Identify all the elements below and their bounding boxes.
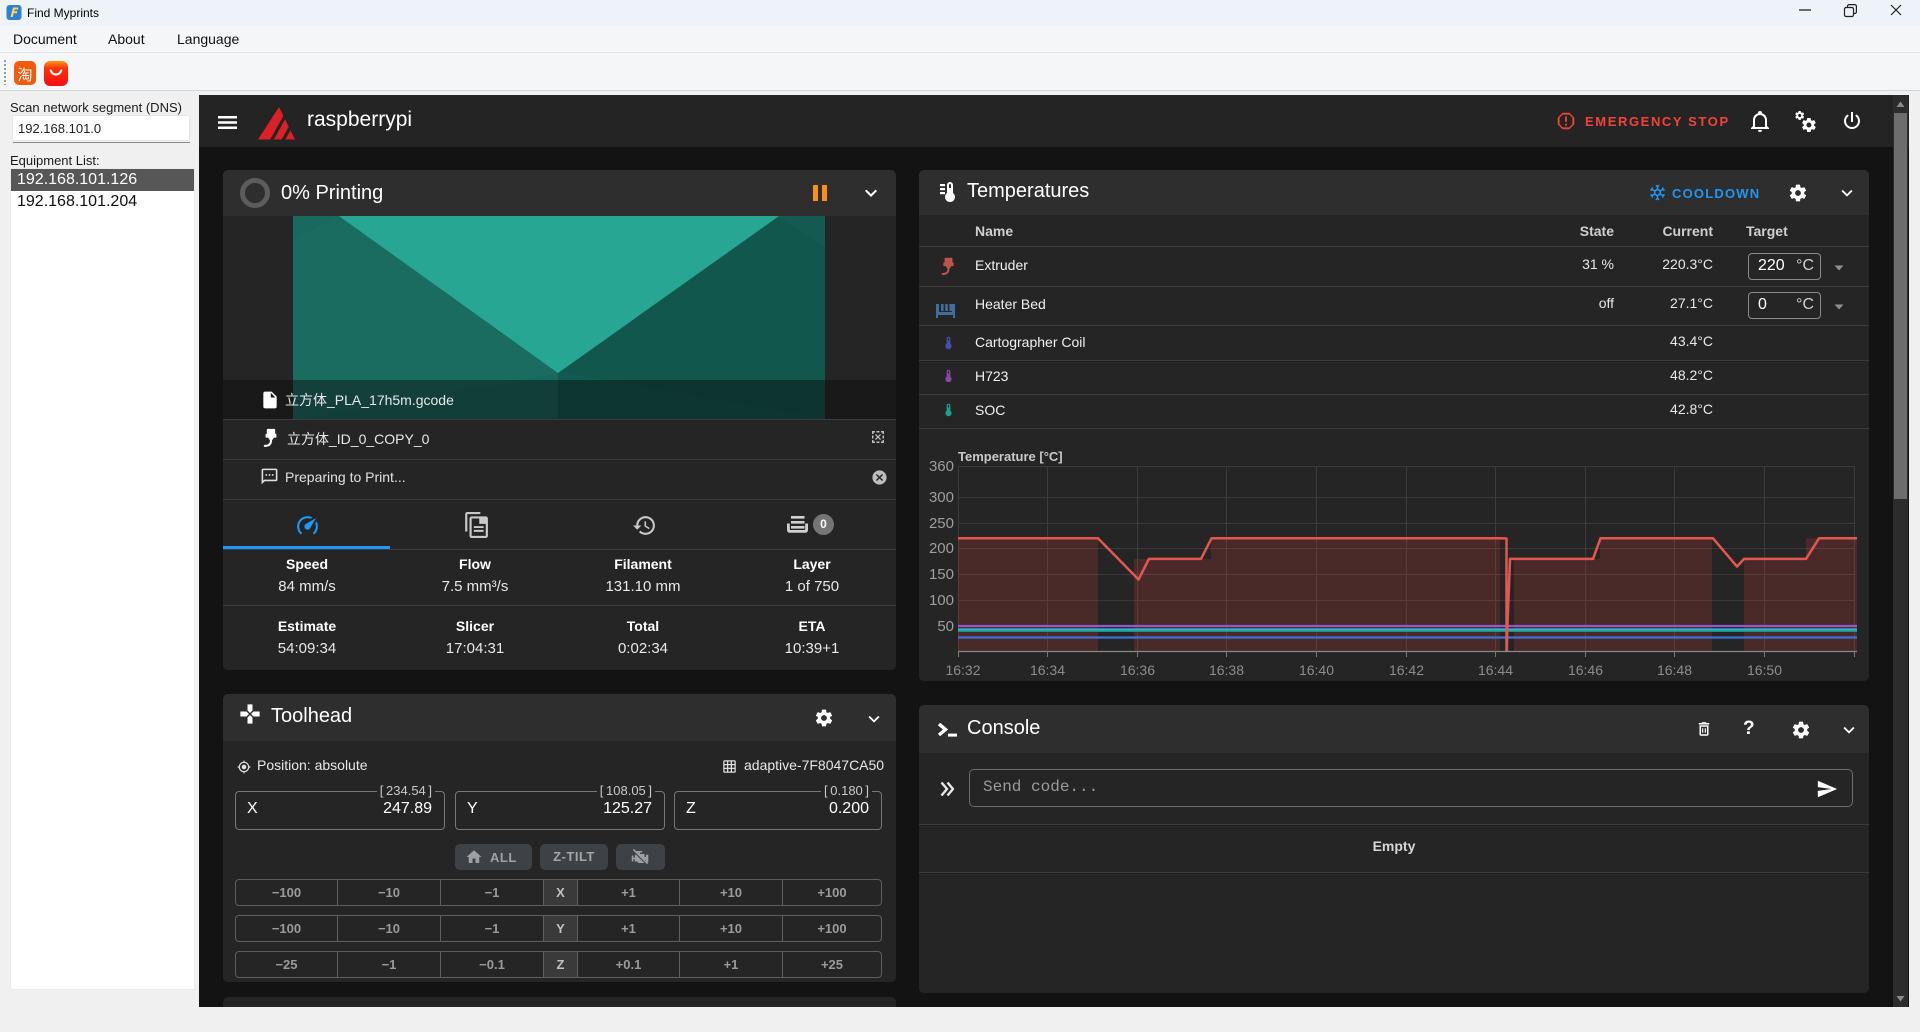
svg-text:16:42: 16:42 <box>1389 662 1424 678</box>
svg-text:16:48: 16:48 <box>1657 662 1692 678</box>
svg-text:Temperature [°C]: Temperature [°C] <box>958 449 1063 464</box>
svg-text:200: 200 <box>929 540 954 557</box>
svg-text:16:44: 16:44 <box>1478 662 1513 678</box>
svg-text:16:36: 16:36 <box>1120 662 1155 678</box>
svg-text:16:40: 16:40 <box>1299 662 1334 678</box>
svg-text:100: 100 <box>929 592 954 609</box>
svg-text:16:38: 16:38 <box>1209 662 1244 678</box>
svg-text:16:50: 16:50 <box>1747 662 1782 678</box>
svg-text:150: 150 <box>929 566 954 583</box>
svg-text:16:32: 16:32 <box>945 662 980 678</box>
svg-text:50: 50 <box>937 618 954 635</box>
svg-text:250: 250 <box>929 515 954 532</box>
svg-text:16:34: 16:34 <box>1030 662 1065 678</box>
svg-text:300: 300 <box>929 489 954 506</box>
svg-text:360: 360 <box>929 458 954 475</box>
svg-text:16:46: 16:46 <box>1568 662 1603 678</box>
